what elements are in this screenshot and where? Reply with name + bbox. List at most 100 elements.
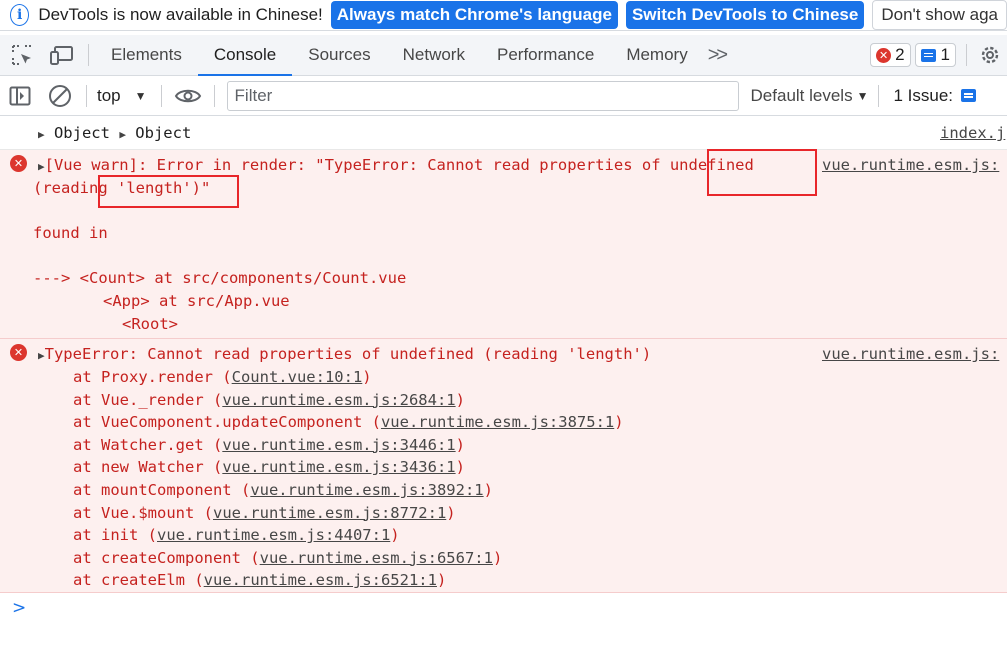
dont-show-again-button[interactable]: Don't show aga: [872, 0, 1007, 30]
stack-frame-link[interactable]: vue.runtime.esm.js:8772:1: [213, 504, 446, 522]
expand-triangle-icon[interactable]: ▶: [38, 128, 45, 141]
stack-frame-link[interactable]: Count.vue:10:1: [232, 368, 363, 386]
log-object[interactable]: Object: [135, 124, 191, 142]
filter-field[interactable]: [226, 80, 739, 111]
device-toolbar-icon[interactable]: [42, 35, 82, 75]
stack-frame: at Vue.$mount (vue.runtime.esm.js:8772:1…: [73, 502, 456, 525]
console-prompt-chevron-icon[interactable]: >: [12, 598, 26, 618]
stack-frame-function: at new Watcher (: [73, 458, 223, 477]
tab-elements[interactable]: Elements: [95, 35, 198, 76]
console-log-row: ▶ Object ▶ Object index.j: [0, 117, 1007, 150]
inspect-element-icon[interactable]: [2, 35, 42, 75]
error-icon: ✕: [10, 155, 27, 172]
divider: [966, 44, 967, 66]
tab-sources[interactable]: Sources: [292, 35, 386, 76]
stack-frame-link[interactable]: vue.runtime.esm.js:3436:1: [222, 458, 455, 476]
stack-frame-paren: ): [446, 503, 456, 522]
warn-found-in: found in: [33, 224, 108, 242]
stack-frame-link[interactable]: vue.runtime.esm.js:3446:1: [222, 436, 455, 454]
stack-frame-function: at Watcher.get (: [73, 435, 223, 454]
stack-frame-link[interactable]: vue.runtime.esm.js:3875:1: [381, 413, 614, 431]
devtools-tabbar: Elements Console Sources Network Perform…: [0, 35, 1007, 77]
context-selector[interactable]: top ▼: [97, 86, 147, 106]
more-tabs-icon[interactable]: >>: [708, 44, 728, 67]
stack-frame-paren: ): [390, 526, 400, 545]
stack-frame-paren: ): [455, 458, 465, 477]
stack-frame-function: at createElm (: [73, 571, 204, 590]
issue-icon: [961, 89, 977, 102]
tab-performance[interactable]: Performance: [481, 35, 610, 76]
stack-frame: at init (vue.runtime.esm.js:4407:1): [73, 524, 400, 547]
info-icon: i: [10, 4, 30, 26]
stack-frame-link[interactable]: vue.runtime.esm.js:4407:1: [157, 526, 390, 544]
switch-to-chinese-button[interactable]: Switch DevTools to Chinese: [625, 1, 865, 29]
stack-frame-link[interactable]: vue.runtime.esm.js:6567:1: [260, 549, 493, 567]
stack-frame-function: at createComponent (: [73, 548, 260, 567]
stack-frame-paren: ): [455, 435, 465, 454]
warn-component-trace: <App> at src/App.vue: [103, 292, 290, 310]
highlight-box: [707, 149, 817, 196]
stack-frame-function: at Vue.$mount (: [73, 503, 213, 522]
error-count: 2: [895, 45, 905, 64]
stack-frame-paren: ): [492, 548, 503, 567]
stack-frame-link[interactable]: vue.runtime.esm.js:2684:1: [222, 391, 455, 409]
tab-network[interactable]: Network: [387, 35, 481, 76]
settings-gear-icon[interactable]: [973, 35, 1007, 75]
stack-frame: at createComponent (vue.runtime.esm.js:6…: [73, 547, 502, 570]
always-match-language-button[interactable]: Always match Chrome's language: [330, 1, 618, 29]
console-warning-row: ✕ ▶[Vue warn]: Error in render: "TypeErr…: [0, 149, 1007, 339]
language-infobar: i DevTools is now available in Chinese! …: [0, 0, 1007, 31]
highlight-box: [98, 175, 239, 208]
message-count: 1: [940, 45, 950, 64]
warn-component-trace: <Root>: [122, 315, 178, 333]
live-expression-eye-icon[interactable]: [168, 76, 208, 116]
console-error-row: ✕ ▶TypeError: Cannot read properties of …: [0, 339, 1007, 593]
issues-button[interactable]: 1 Issue:: [893, 86, 981, 106]
console-output: ▶ Object ▶ Object index.j ✕ ▶[Vue warn]:…: [0, 117, 1007, 649]
context-label: top: [97, 85, 121, 105]
stack-frame: at new Watcher (vue.runtime.esm.js:3436:…: [73, 456, 465, 479]
stack-frame-link[interactable]: vue.runtime.esm.js:6521:1: [204, 571, 437, 589]
issues-label: 1 Issue:: [893, 85, 954, 105]
log-source-link[interactable]: index.j: [940, 122, 1005, 145]
stack-frame: at Watcher.get (vue.runtime.esm.js:3446:…: [73, 434, 465, 457]
tab-memory[interactable]: Memory: [610, 35, 703, 76]
stack-frame-link[interactable]: vue.runtime.esm.js:3892:1: [250, 481, 483, 499]
chevron-down-icon: ▼: [134, 88, 147, 103]
stack-frame: at mountComponent (vue.runtime.esm.js:38…: [73, 479, 493, 502]
filter-input[interactable]: [234, 85, 738, 106]
stack-frame-function: at init (: [73, 526, 157, 545]
divider: [86, 84, 87, 107]
log-levels-dropdown[interactable]: Default levels ▼: [751, 86, 869, 106]
log-object[interactable]: Object: [54, 124, 110, 142]
expand-triangle-icon[interactable]: ▶: [38, 160, 45, 173]
expand-triangle-icon[interactable]: ▶: [38, 349, 45, 362]
stack-frame-paren: ): [436, 571, 447, 590]
chevron-down-icon: ▼: [856, 88, 869, 103]
warn-source-link[interactable]: vue.runtime.esm.js:: [822, 154, 999, 177]
error-counter[interactable]: ✕ 2: [870, 43, 911, 67]
error-message: ▶TypeError: Cannot read properties of un…: [38, 345, 652, 363]
stack-frame: at createElm (vue.runtime.esm.js:6521:1): [73, 569, 446, 592]
error-source-link[interactable]: vue.runtime.esm.js:: [822, 343, 999, 366]
stack-frame-paren: ): [614, 413, 624, 432]
log-levels-label: Default levels: [750, 85, 853, 105]
expand-triangle-icon[interactable]: ▶: [119, 128, 126, 141]
message-counter[interactable]: 1: [914, 43, 956, 67]
stack-frame: at Vue._render (vue.runtime.esm.js:2684:…: [73, 389, 465, 412]
stack-frame-function: at mountComponent (: [73, 481, 251, 499]
clear-console-icon[interactable]: [40, 76, 80, 116]
stack-frame-function: at VueComponent.updateComponent (: [73, 413, 381, 432]
show-sidebar-icon[interactable]: [0, 76, 40, 116]
stack-frame-function: at Vue._render (: [73, 390, 223, 409]
divider: [213, 84, 215, 107]
stack-frame-paren: ): [362, 368, 372, 386]
stack-frame: at Proxy.render (Count.vue:10:1): [73, 366, 372, 389]
error-icon: ✕: [876, 47, 892, 63]
divider: [878, 84, 880, 107]
stack-frame-function: at Proxy.render (: [73, 368, 232, 386]
tab-console[interactable]: Console: [197, 35, 293, 77]
stack-frame-paren: ): [455, 390, 465, 409]
message-icon: [920, 48, 936, 62]
error-icon: ✕: [10, 344, 27, 361]
